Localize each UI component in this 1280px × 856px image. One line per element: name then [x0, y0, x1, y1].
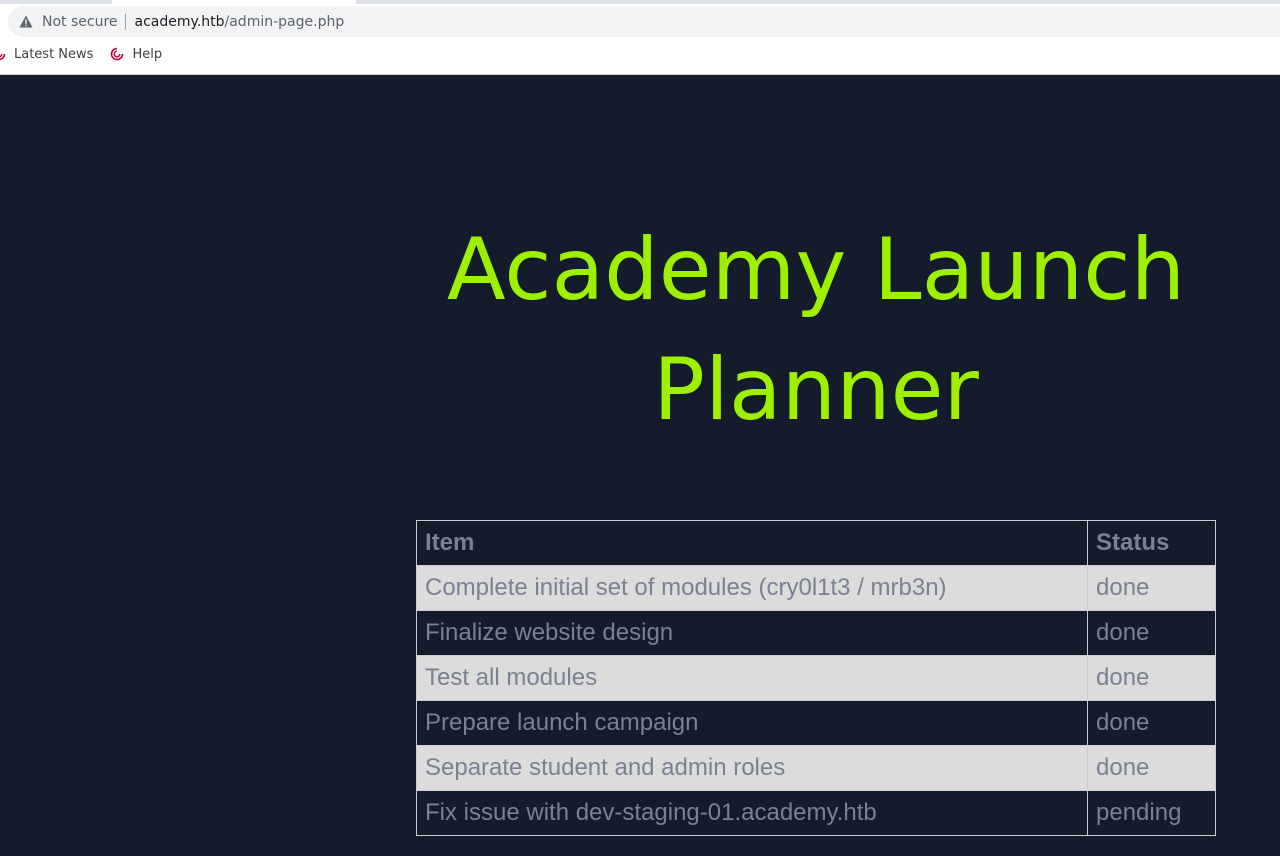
status-cell: done	[1087, 565, 1216, 611]
table-row: Separate student and admin roles done	[416, 745, 1216, 791]
column-header-status: Status	[1087, 520, 1216, 566]
item-cell: Complete initial set of modules (cry0l1t…	[416, 565, 1088, 611]
table-row: Test all modules done	[416, 655, 1216, 701]
table-row: Prepare launch campaign done	[416, 700, 1216, 746]
table-row: Finalize website design done	[416, 610, 1216, 656]
item-cell: Fix issue with dev-staging-01.academy.ht…	[416, 790, 1088, 836]
status-cell: done	[1087, 745, 1216, 791]
status-cell: done	[1087, 700, 1216, 746]
item-cell: Finalize website design	[416, 610, 1088, 656]
table-header-row: Item Status	[416, 520, 1216, 566]
planner-table: Item Status Complete initial set of modu…	[416, 520, 1216, 836]
debian-swirl-icon	[109, 46, 125, 62]
column-header-item: Item	[416, 520, 1088, 566]
status-cell: pending	[1087, 790, 1216, 836]
bookmarks-bar: Latest News Help	[0, 40, 178, 68]
table-row: Complete initial set of modules (cry0l1t…	[416, 565, 1216, 611]
page-content: Academy Launch Planner Item Status Compl…	[0, 75, 1280, 856]
url-path: /admin-page.php	[224, 13, 345, 30]
status-cell: done	[1087, 610, 1216, 656]
status-cell: done	[1087, 655, 1216, 701]
bookmark-label: Latest News	[14, 46, 94, 62]
item-cell: Test all modules	[416, 655, 1088, 701]
table-row: Fix issue with dev-staging-01.academy.ht…	[416, 790, 1216, 836]
browser-chrome: Not secure academy.htb/admin-page.php La…	[0, 0, 1280, 75]
url-text[interactable]: academy.htb/admin-page.php	[135, 14, 345, 30]
security-label[interactable]: Not secure	[42, 14, 118, 30]
debian-swirl-icon	[0, 46, 7, 62]
tab-strip	[0, 0, 1280, 4]
active-tab[interactable]	[112, 0, 356, 4]
item-cell: Separate student and admin roles	[416, 745, 1088, 791]
warning-icon[interactable]	[18, 14, 34, 30]
bookmark-latest-news[interactable]: Latest News	[0, 46, 93, 62]
bookmark-label: Help	[132, 46, 163, 62]
page-title: Academy Launch Planner	[446, 220, 1186, 440]
url-host: academy.htb	[134, 13, 225, 30]
address-divider	[124, 13, 126, 30]
bookmark-help[interactable]: Help	[109, 46, 162, 62]
address-bar[interactable]: Not secure academy.htb/admin-page.php	[8, 6, 1280, 37]
item-cell: Prepare launch campaign	[416, 700, 1088, 746]
